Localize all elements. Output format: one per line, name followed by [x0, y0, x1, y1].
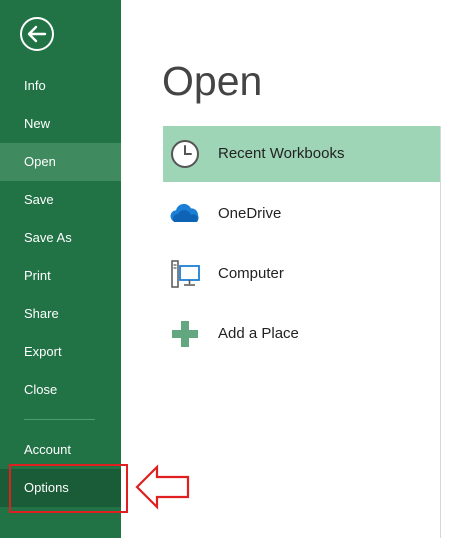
nav-item-options[interactable]: Options	[0, 469, 121, 507]
computer-icon	[171, 260, 200, 288]
nav-item-new[interactable]: New	[0, 105, 121, 143]
place-add-a-place[interactable]: Add a Place	[163, 306, 440, 362]
place-recent-workbooks[interactable]: Recent Workbooks	[163, 126, 440, 182]
nav-item-share[interactable]: Share	[0, 295, 121, 333]
nav-item-print[interactable]: Print	[0, 257, 121, 295]
place-label: Add a Place	[218, 325, 299, 342]
nav-item-account[interactable]: Account	[0, 431, 121, 469]
place-label: OneDrive	[218, 205, 282, 222]
panel-divider	[440, 126, 441, 538]
add-plus-icon	[172, 321, 198, 347]
back-arrow-icon	[20, 17, 54, 51]
nav-divider	[24, 419, 95, 420]
place-computer[interactable]: Computer	[163, 246, 440, 302]
nav-item-info[interactable]: Info	[0, 67, 121, 105]
nav-item-save-as[interactable]: Save As	[0, 219, 121, 257]
nav-item-close[interactable]: Close	[0, 371, 121, 409]
onedrive-cloud-icon	[170, 203, 199, 222]
backstage-sidebar: Info New Open Save Save As Print Share E…	[0, 0, 121, 538]
place-label: Recent Workbooks	[218, 145, 345, 162]
left-arrow-annotation-icon	[135, 464, 190, 510]
nav-item-save[interactable]: Save	[0, 181, 121, 219]
nav-item-open[interactable]: Open	[0, 143, 121, 181]
page-title: Open	[162, 58, 263, 104]
clock-icon	[171, 140, 199, 168]
place-label: Computer	[218, 265, 284, 282]
back-button[interactable]	[19, 16, 55, 52]
place-onedrive[interactable]: OneDrive	[163, 186, 440, 242]
nav-item-export[interactable]: Export	[0, 333, 121, 371]
